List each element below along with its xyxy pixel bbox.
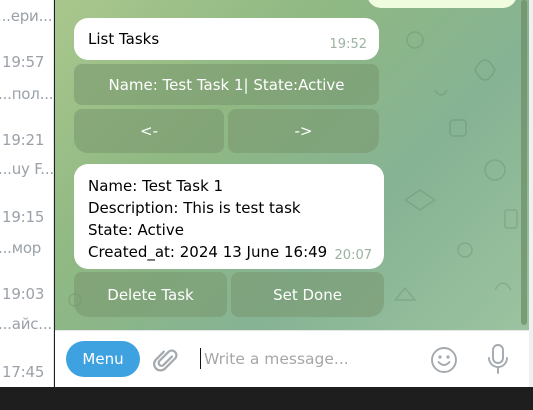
window-edge	[529, 0, 533, 387]
chat-list-snippet[interactable]: ...ери...	[0, 7, 53, 25]
task-state-line: State: Active	[88, 221, 184, 239]
chat-scrollbar[interactable]	[521, 0, 527, 330]
chat-list-time: 19:15	[2, 208, 45, 226]
task-description-line: Description: This is test task	[88, 199, 301, 217]
chat-list-time: 17:45	[2, 363, 45, 381]
smile-icon[interactable]	[429, 345, 459, 375]
chat-area: List Tasks 19:52 Name: Test Task 1| Stat…	[55, 0, 529, 330]
chat-list-snippet[interactable]: ...мор	[0, 239, 41, 257]
inline-button-task[interactable]: Name: Test Task 1| State:Active	[74, 64, 379, 105]
message-bubble: List Tasks 19:52	[74, 18, 379, 60]
task-name-line: Name: Test Task 1	[88, 177, 224, 195]
message-bubble: Name: Test Task 1 Description: This is t…	[74, 164, 384, 269]
chat-list-snippet[interactable]: ...пол...	[0, 85, 53, 103]
microphone-icon[interactable]	[486, 343, 510, 375]
chat-list-snippet[interactable]: ...айс...	[0, 315, 52, 333]
message-time: 19:52	[329, 37, 367, 52]
chat-list-time: 19:03	[2, 285, 45, 303]
scrollbar-thumb[interactable]	[521, 0, 527, 325]
inline-button-prev[interactable]: <-	[74, 109, 224, 153]
chat-list-snippet[interactable]: ...uy F...	[0, 160, 53, 178]
chat-list-time: 19:57	[2, 53, 45, 71]
task-details: Name: Test Task 1 Description: This is t…	[88, 175, 327, 263]
chat-list-panel: ...ери... 19:57 ...пол... 19:21 ...uy F.…	[0, 0, 54, 387]
taskbar-edge	[0, 387, 533, 410]
text-caret	[200, 348, 201, 369]
paperclip-icon[interactable]	[151, 345, 179, 375]
chat-list-time: 19:21	[2, 131, 45, 149]
message-input-bar: Menu	[55, 330, 529, 387]
message-text: List Tasks	[88, 30, 160, 48]
set-done-button[interactable]: Set Done	[231, 272, 384, 317]
message-time: 20:07	[334, 248, 372, 263]
inline-button-next[interactable]: ->	[228, 109, 379, 153]
task-created-line: Created_at: 2024 13 June 16:49	[88, 243, 328, 261]
bot-menu-button[interactable]: Menu	[66, 341, 140, 377]
message-input[interactable]	[204, 345, 414, 373]
previous-message-bubble	[367, 0, 517, 8]
delete-task-button[interactable]: Delete Task	[74, 272, 227, 317]
